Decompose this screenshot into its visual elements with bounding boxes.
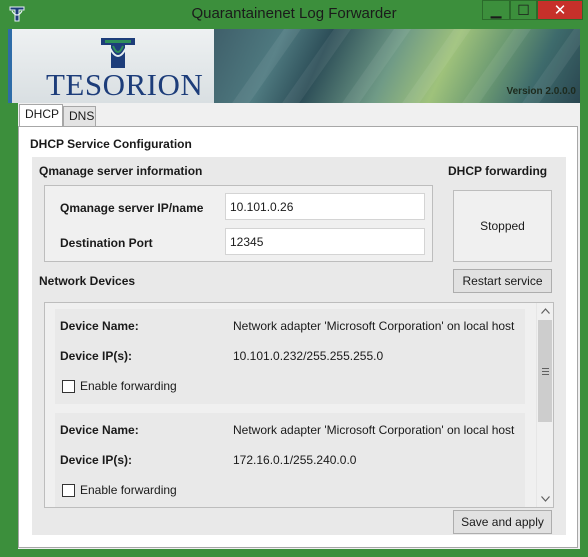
device-ip-value: 172.16.0.1/255.240.0.0 [233,453,357,467]
scroll-down-icon[interactable] [537,491,553,507]
restart-service-label: Restart service [462,274,543,288]
device-name-label: Device Name: [60,319,139,333]
title-bar[interactable]: Quarantainenet Log Forwarder ▁ ☐ ✕ [0,0,588,29]
scroll-up-icon[interactable] [537,303,553,319]
vertical-scrollbar[interactable] [536,303,553,507]
dhcp-config-group: Qmanage server information DHCP forwardi… [32,157,566,535]
device-ip-label: Device IP(s): [60,349,133,363]
network-devices-list[interactable]: Device Name: Network adapter 'Microsoft … [44,302,554,508]
device-card: Device Name: Network adapter 'Microsoft … [55,413,525,507]
enable-forwarding-label[interactable]: Enable forwarding [80,379,177,393]
server-ip-input[interactable] [225,193,425,220]
device-name-value: Network adapter 'Microsoft Corporation' … [233,423,515,437]
server-info-box: Qmanage server IP/name Destination Port [44,185,433,262]
logo-area: TESORION [12,29,214,103]
device-name-label: Device Name: [60,423,139,437]
server-info-heading: Qmanage server information [39,164,203,178]
close-button[interactable]: ✕ [537,0,583,20]
maximize-button[interactable]: ☐ [510,0,537,20]
dhcp-tab-page: DHCP Service Configuration Qmanage serve… [18,126,578,548]
enable-forwarding-checkbox[interactable] [62,484,75,497]
restart-service-button[interactable]: Restart service [453,269,552,293]
enable-forwarding-checkbox[interactable] [62,380,75,393]
server-label: Qmanage server IP/name [60,201,204,215]
device-name-value: Network adapter 'Microsoft Corporation' … [233,319,515,333]
banner-image: Version 2.0.0.0 [214,29,580,103]
minimize-button[interactable]: ▁ [482,0,510,20]
grip-icon [541,367,549,375]
device-card: Device Name: Network adapter 'Microsoft … [55,309,525,404]
tab-dns[interactable]: DNS [63,106,96,126]
enable-forwarding-label[interactable]: Enable forwarding [80,483,177,497]
maximize-icon: ☐ [517,1,530,18]
device-ip-label: Device IP(s): [60,453,133,467]
forwarding-heading: DHCP forwarding [448,164,548,178]
app-window: Quarantainenet Log Forwarder ▁ ☐ ✕ TESOR… [0,0,588,557]
tab-dhcp[interactable]: DHCP [19,104,63,127]
client-area: TESORION Version 2.0.0.0 DHCP DNS DHCP S… [8,29,580,549]
scroll-thumb[interactable] [538,320,552,422]
section-title: DHCP Service Configuration [30,137,192,151]
network-devices-heading: Network Devices [39,274,136,288]
forwarding-status: Stopped [453,190,552,262]
port-input[interactable] [225,228,425,255]
device-ip-value: 10.101.0.232/255.255.255.0 [233,349,384,363]
forwarding-status-text: Stopped [480,219,525,233]
save-and-apply-button[interactable]: Save and apply [453,510,552,534]
version-label: Version 2.0.0.0 [506,86,577,97]
minimize-icon: ▁ [490,1,502,18]
save-and-apply-label: Save and apply [461,515,544,529]
logo-text: TESORION [46,67,204,102]
port-label: Destination Port [60,236,153,250]
tesorion-logo-icon [101,38,135,68]
banner: TESORION Version 2.0.0.0 [8,29,580,103]
close-icon: ✕ [553,2,567,19]
side-accent [8,103,18,549]
